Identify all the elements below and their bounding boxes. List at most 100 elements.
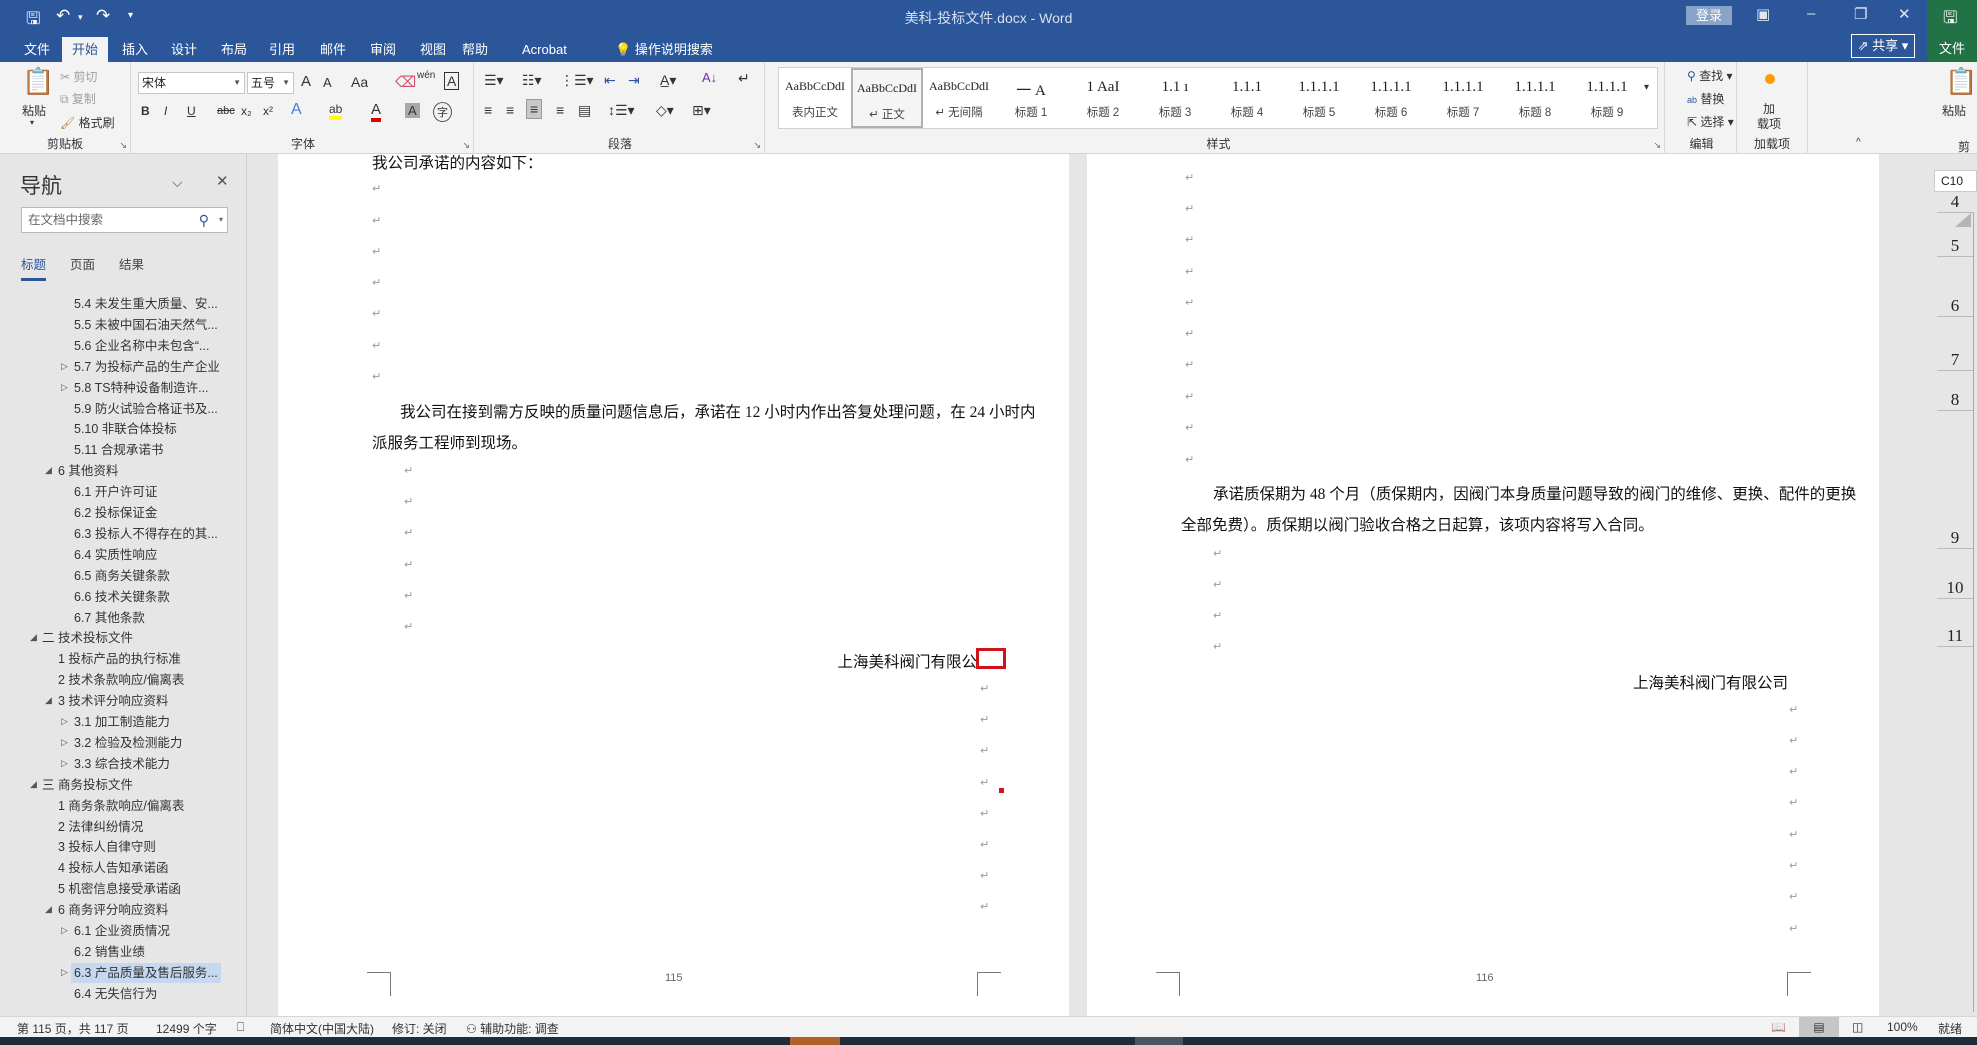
nav-heading-item[interactable]: 6.3 产品质量及售后服务... [71, 962, 221, 983]
nav-heading-item[interactable]: 6.7 其他条款 [71, 608, 148, 628]
style-item[interactable]: 1.1.1.1 标题 8 [1499, 68, 1571, 128]
collapsed-triangle-icon[interactable]: ▷ [61, 967, 68, 978]
expanded-triangle-icon[interactable]: ◢ [30, 632, 37, 643]
style-item[interactable]: 1.1.1.1 标题 7 [1427, 68, 1499, 128]
text-direction-icon[interactable]: A̲▾ [660, 72, 676, 89]
nav-heading-item[interactable]: 5.9 防火试验合格证书及... [71, 399, 221, 419]
document-page-115[interactable]: 我公司承诺的内容如下： ↵ ↵ ↵ ↵ ↵ ↵ ↵ 我公司在接到需方反映的质量问题信息后，承诺在… [278, 154, 1069, 1016]
bullets-icon[interactable]: ☰▾ [484, 72, 504, 89]
format-painter-button[interactable]: 🖌 格式刷 [60, 114, 115, 131]
collapse-ribbon-icon[interactable]: ^ [1856, 137, 1861, 148]
nav-heading-item[interactable]: 6.5 商务关键条款 [71, 566, 173, 586]
collapsed-triangle-icon[interactable]: ▷ [61, 382, 68, 393]
web-layout-icon[interactable]: ◫ [1852, 1020, 1863, 1034]
addins-button[interactable]: 加 载项 [1757, 102, 1781, 132]
tab-2[interactable]: 插入 [112, 37, 158, 62]
font-name-combo[interactable]: 宋体 ▼ [138, 72, 245, 94]
nav-heading-item[interactable]: 6 商务评分响应资料 [55, 900, 171, 920]
nav-heading-item[interactable]: 5.5 未被中国石油天然气... [71, 315, 221, 335]
paste-icon[interactable]: 📋 [22, 66, 54, 97]
nav-search-input[interactable]: 在文档中搜索 ⚲ ▾ [21, 207, 228, 233]
enclose-characters-button[interactable]: 字 [433, 102, 452, 122]
nav-heading-item[interactable]: 6.4 实质性响应 [71, 545, 160, 565]
nav-heading-item[interactable]: 3.1 加工制造能力 [71, 712, 173, 732]
style-item[interactable]: 1.1.1 标题 4 [1211, 68, 1283, 128]
underline-button[interactable]: U [187, 104, 196, 118]
style-item[interactable]: AaBbCcDdI ↵ 正文 [851, 68, 923, 128]
nav-heading-item[interactable]: 5.10 非联合体投标 [71, 419, 180, 439]
decrease-indent-icon[interactable]: ⇤ [604, 72, 616, 89]
proofing-icon[interactable]: ⎕ [237, 1020, 244, 1035]
nav-heading-item[interactable]: 5.7 为投标产品的生产企业 [71, 357, 223, 377]
paste-dropdown-icon[interactable]: ▾ [30, 118, 34, 127]
show-marks-icon[interactable]: ↵ [738, 70, 750, 87]
chevron-down-icon[interactable]: ⌵ [172, 174, 183, 191]
nav-heading-item[interactable]: 3 投标人自律守则 [55, 837, 159, 857]
nav-heading-item[interactable]: 1 商务条款响应/偏离表 [55, 796, 187, 816]
copy-button[interactable]: ⧉ 复制 [60, 90, 96, 107]
excel-file-tab[interactable]: 文件 [1939, 38, 1965, 57]
name-box[interactable]: C10 [1934, 170, 1977, 192]
nav-heading-item[interactable]: 3.2 检验及检测能力 [71, 733, 185, 753]
restore-icon[interactable]: ❐ [1854, 5, 1867, 23]
grow-font-button[interactable]: A [301, 73, 311, 90]
login-button[interactable]: 登录 [1686, 6, 1732, 25]
share-button[interactable]: ⇗ 共享 ▾ [1851, 34, 1915, 58]
find-button[interactable]: ⚲ 查找 ▾ [1687, 67, 1733, 84]
replace-button[interactable]: ab 替换 [1687, 90, 1724, 107]
select-button[interactable]: ⇱ 选择 ▾ [1687, 113, 1734, 130]
style-item[interactable]: 1.1.1.1 标题 6 [1355, 68, 1427, 128]
document-page-116[interactable]: ↵ ↵ ↵ ↵ ↵ ↵ ↵ ↵ ↵ ↵ 承诺质保期为 48 个月（质保期内，因阀门本身质量问题导致的… [1087, 154, 1879, 1016]
nav-heading-item[interactable]: 5.8 TS特种设备制造许... [71, 378, 212, 398]
phonetic-guide-button[interactable]: wén [417, 70, 435, 81]
style-item[interactable]: 1 AaI 标题 2 [1067, 68, 1139, 128]
addins-icon[interactable] [1765, 74, 1775, 84]
nav-heading-item[interactable]: 三 商务投标文件 [39, 775, 136, 795]
cut-button[interactable]: ✂ 剪切 [60, 68, 97, 85]
taskbar-app-icon[interactable] [1135, 1037, 1183, 1045]
row-header[interactable]: 5 [1937, 236, 1973, 257]
close-icon[interactable]: ✕ [216, 172, 229, 190]
minimize-icon[interactable]: – [1807, 5, 1815, 22]
ribbon-display-icon[interactable]: ▣ [1756, 5, 1770, 23]
shrink-font-button[interactable]: A [323, 75, 332, 90]
nav-tab-results[interactable]: 结果 [119, 254, 144, 273]
clipboard-launcher-icon[interactable]: ↘ [119, 140, 127, 151]
nav-heading-item[interactable]: 3.3 综合技术能力 [71, 754, 173, 774]
style-item[interactable]: AaBbCcDdI 表内正文 [779, 68, 851, 128]
text-effects-button[interactable]: A [291, 101, 302, 119]
nav-heading-item[interactable]: 5 机密信息接受承诺函 [55, 879, 184, 899]
style-item[interactable]: AaBbCcDdI ↵ 无间隔 [923, 68, 995, 128]
align-right-icon[interactable]: ≡ [526, 99, 543, 119]
tab-0[interactable]: 文件 [14, 37, 60, 62]
search-icon[interactable]: ⚲ [199, 208, 209, 232]
character-border-button[interactable]: A [444, 72, 460, 90]
borders-icon[interactable]: ⊞▾ [692, 102, 711, 119]
nav-heading-item[interactable]: 4 投标人告知承诺函 [55, 858, 171, 878]
close-icon[interactable]: ✕ [1898, 5, 1911, 23]
style-item[interactable]: 1.1.1.1 标题 9 [1571, 68, 1643, 128]
expanded-triangle-icon[interactable]: ◢ [45, 695, 52, 706]
shading-icon[interactable]: ◇▾ [656, 102, 674, 119]
paste-icon[interactable]: 📋 [1945, 66, 1977, 97]
zoom-level[interactable]: 100% [1887, 1020, 1918, 1034]
nav-heading-item[interactable]: 6.1 企业资质情况 [71, 921, 173, 941]
nav-heading-item[interactable]: 二 技术投标文件 [39, 628, 136, 648]
collapsed-triangle-icon[interactable]: ▷ [61, 758, 68, 769]
tab-4[interactable]: 布局 [211, 37, 257, 62]
nav-heading-item[interactable]: 6.3 投标人不得存在的其... [71, 524, 221, 544]
nav-heading-item[interactable]: 6.1 开户许可证 [71, 482, 160, 502]
row-header[interactable]: 11 [1937, 626, 1973, 647]
collapsed-triangle-icon[interactable]: ▷ [61, 925, 68, 936]
page-info[interactable]: 第 115 页，共 117 页 [17, 1020, 129, 1037]
word-count[interactable]: 12499 个字 [156, 1020, 217, 1037]
gallery-more-icon[interactable]: ▾ [1644, 82, 1649, 93]
character-shading-button[interactable]: A [405, 103, 420, 118]
taskbar-app-icon[interactable] [790, 1037, 840, 1045]
tab-7[interactable]: 审阅 [360, 37, 406, 62]
justify-icon[interactable]: ≡ [556, 102, 564, 118]
style-item[interactable]: 1.1.1.1 标题 5 [1283, 68, 1355, 128]
align-center-icon[interactable]: ≡ [506, 102, 514, 118]
sort-icon[interactable]: A↓ [702, 70, 717, 85]
italic-button[interactable]: I [164, 104, 167, 118]
